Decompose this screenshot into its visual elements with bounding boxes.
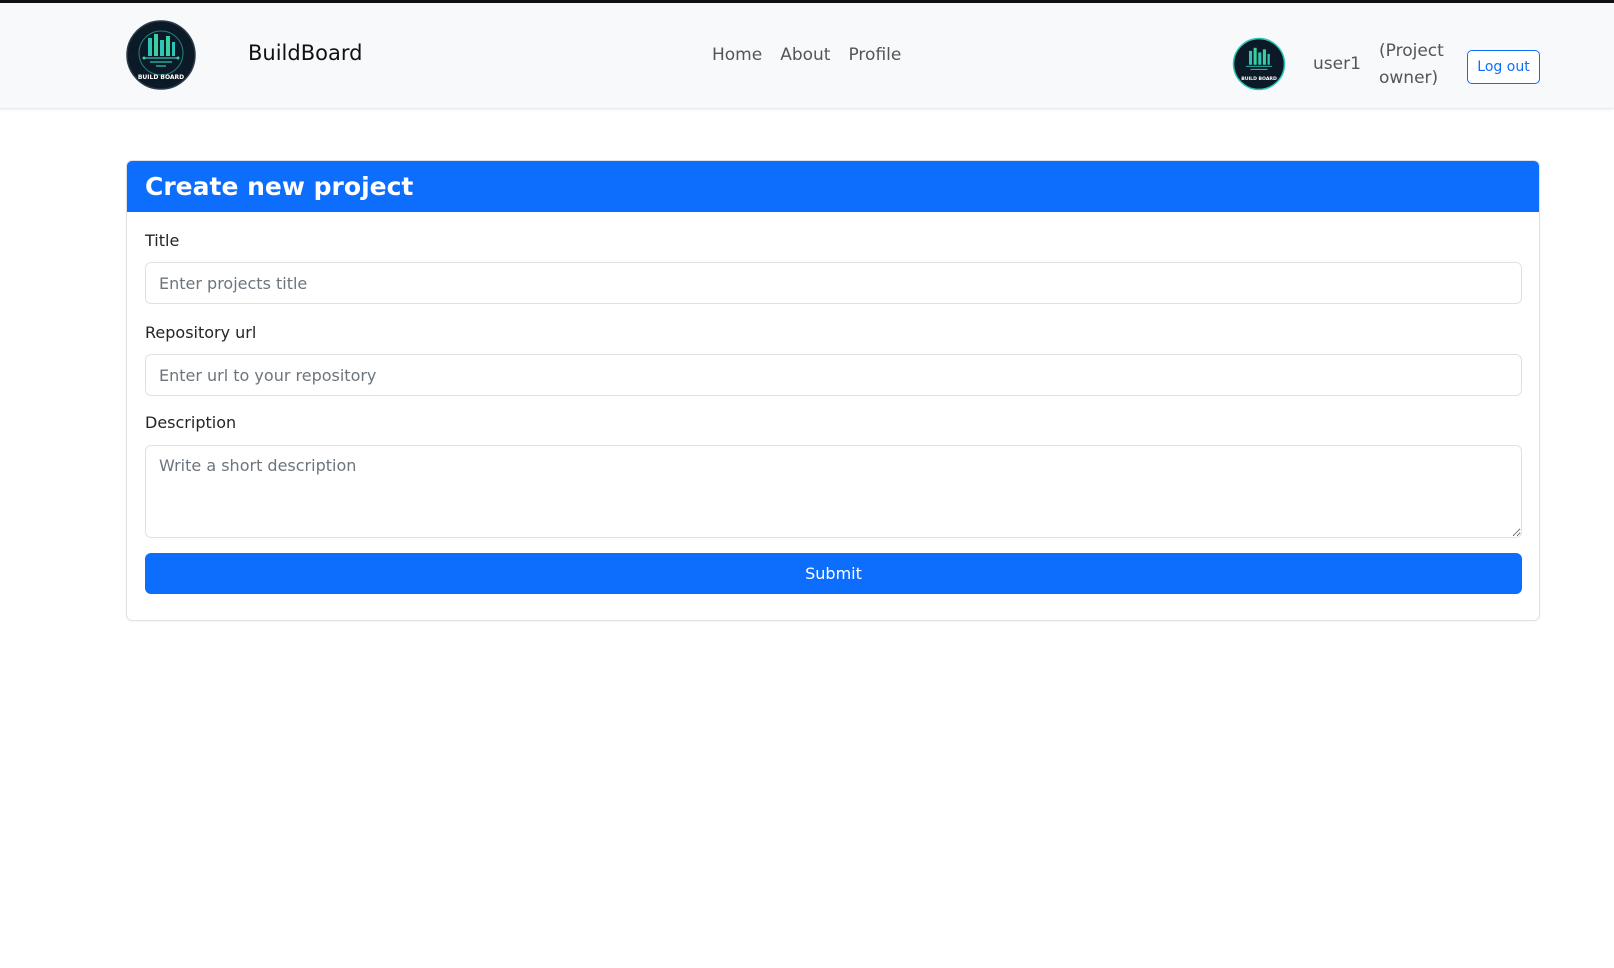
logo-icon: BUILD BOARD	[126, 20, 196, 90]
user-role: (Project owner)	[1379, 41, 1444, 88]
card-title: Create new project	[127, 161, 1539, 212]
navbar: BUILD BOARD BuildBoard Home About Profil…	[0, 3, 1614, 109]
description-label: Description	[145, 413, 237, 432]
description-textarea[interactable]	[145, 445, 1522, 538]
svg-text:BUILD BOARD: BUILD BOARD	[138, 74, 184, 81]
brand-logo[interactable]: BUILD BOARD	[126, 20, 196, 90]
username: user1	[1313, 54, 1361, 74]
brand-name[interactable]: BuildBoard	[248, 41, 362, 65]
avatar: BUILD BOARD	[1232, 37, 1286, 91]
nav-about-link[interactable]: About	[780, 45, 830, 65]
logout-button[interactable]: Log out	[1467, 50, 1540, 84]
nav-profile-link[interactable]: Profile	[848, 45, 901, 65]
main-nav: Home About Profile	[712, 45, 901, 65]
title-input[interactable]	[145, 262, 1522, 304]
submit-button[interactable]: Submit	[145, 553, 1522, 594]
title-label: Title	[145, 231, 180, 250]
user-avatar-icon: BUILD BOARD	[1232, 37, 1286, 91]
svg-text:BUILD BOARD: BUILD BOARD	[1241, 76, 1277, 82]
repository-url-label: Repository url	[145, 323, 257, 342]
create-project-card: Create new project Title Repository url …	[126, 160, 1540, 621]
nav-home-link[interactable]: Home	[712, 45, 762, 65]
repository-url-input[interactable]	[145, 354, 1522, 396]
